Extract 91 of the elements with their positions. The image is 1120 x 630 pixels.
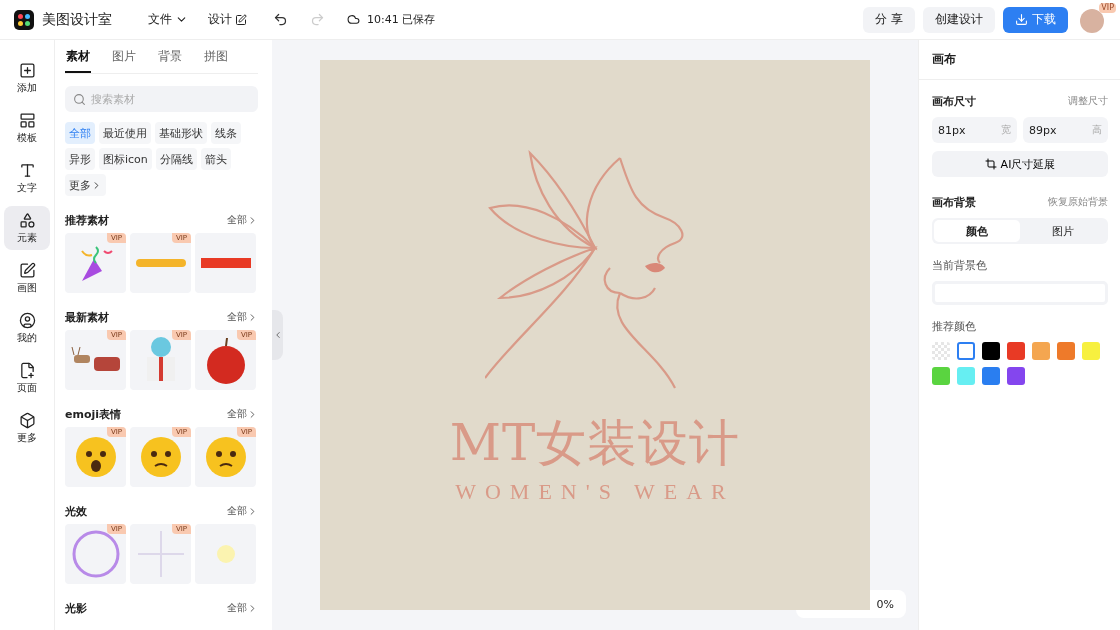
ai-resize-button[interactable]: AI尺寸延展 (932, 151, 1108, 177)
vip-badge: VIP (1099, 2, 1116, 13)
see-all-link[interactable]: 全部 (227, 504, 258, 518)
sidebar-item[interactable]: 画图 (4, 256, 50, 300)
tab[interactable]: 拼图 (203, 48, 229, 73)
width-field[interactable]: 81px 宽 (932, 117, 1017, 143)
search-field[interactable]: 搜索素材 (65, 86, 258, 112)
toolbar-button[interactable]: 分 享 (863, 6, 915, 33)
segment-tab[interactable]: 颜色 (934, 220, 1020, 242)
edit-icon (235, 13, 247, 26)
shapes-icon (18, 211, 36, 229)
filter-chip[interactable]: 异形 (65, 148, 95, 170)
sparkle-drawing (135, 529, 186, 579)
sidebar-item[interactable]: 模板 (4, 106, 50, 150)
collapse-handle[interactable] (272, 310, 283, 360)
pen-square-icon (18, 261, 36, 279)
color-swatch[interactable] (957, 342, 975, 360)
menu-button[interactable]: 设计 (200, 7, 255, 32)
menu-button[interactable]: 文件 (140, 7, 196, 32)
color-swatch[interactable] (1032, 342, 1050, 360)
section-title: 推荐素材 (65, 212, 109, 228)
segment-tab[interactable]: 图片 (1020, 220, 1106, 242)
cube-icon (18, 411, 36, 429)
height-field[interactable]: 89px 高 (1023, 117, 1108, 143)
section-title: 最新素材 (65, 309, 109, 325)
sidebar-item[interactable]: 页面 (4, 356, 50, 400)
section-title: 光影 (65, 600, 87, 616)
app-logo (14, 9, 34, 30)
panel-title: 画布 (919, 40, 1120, 80)
sidebar-item[interactable]: 元素 (4, 206, 50, 250)
undo-icon (273, 12, 288, 27)
resize-link[interactable]: 调整尺寸 (1068, 95, 1108, 108)
color-swatch[interactable] (982, 342, 1000, 360)
section-title: 光效 (65, 503, 87, 519)
asset-thumbnail[interactable] (195, 233, 256, 293)
chevron-right-icon (247, 505, 258, 517)
sidebar-item[interactable]: 更多 (4, 406, 50, 450)
text-icon (18, 161, 36, 179)
sidebar-item[interactable]: 文字 (4, 156, 50, 200)
color-swatch[interactable] (1007, 367, 1025, 385)
filter-chip[interactable]: 分隔线 (155, 148, 197, 170)
glow-drawing (215, 544, 236, 564)
color-swatch[interactable] (932, 367, 950, 385)
transparent-swatch[interactable] (932, 342, 950, 360)
color-swatch[interactable] (1082, 342, 1100, 360)
reset-background-link[interactable]: 恢复原始背景 (1048, 196, 1108, 209)
asset-thumbnail[interactable] (195, 524, 256, 584)
brush-stroke-drawing (135, 258, 186, 268)
bubble-ring-drawing (70, 529, 121, 579)
user-icon (18, 311, 36, 329)
page-plus-icon (18, 361, 36, 379)
section-title: 画布尺寸 (932, 94, 976, 109)
cloud-icon (347, 13, 360, 26)
rectangle-drawing (200, 258, 251, 268)
save-status: 10:41 已保存 (367, 12, 436, 27)
color-swatch[interactable] (982, 367, 1000, 385)
design-title: MT女装设计 (449, 413, 741, 474)
field-label: 当前背景色 (932, 258, 987, 273)
color-swatch[interactable] (1007, 342, 1025, 360)
design-subtitle: WOMEN'S WEAR (455, 479, 735, 505)
plus-square-icon (18, 61, 36, 79)
tab[interactable]: 图片 (111, 48, 137, 73)
app-name: 美图设计室 (42, 10, 112, 29)
filter-chip[interactable]: 基础形状 (155, 122, 207, 144)
section-title: emoji表情 (65, 406, 122, 422)
filter-chip[interactable]: 箭头 (200, 148, 231, 170)
toolbar-button[interactable]: 创建设计 (923, 6, 995, 33)
section-title: 画布背景 (932, 195, 976, 210)
color-swatch[interactable] (957, 367, 975, 385)
tab[interactable]: 背景 (157, 48, 183, 73)
redo-icon (310, 12, 325, 27)
search-icon (73, 93, 86, 106)
download-icon (1015, 13, 1028, 26)
tab[interactable]: 素材 (65, 48, 91, 73)
color-swatch[interactable] (1057, 342, 1075, 360)
see-all-link[interactable]: 全部 (227, 601, 258, 615)
filter-chip[interactable]: 线条 (211, 122, 241, 144)
layout-icon (18, 111, 36, 129)
avatar[interactable] (1080, 8, 1104, 33)
filter-chip[interactable]: 全部 (65, 122, 95, 144)
see-all-link[interactable]: 全部 (227, 407, 258, 421)
sidebar-item[interactable]: 我的 (4, 306, 50, 350)
crop-icon (984, 158, 997, 170)
filter-chip[interactable]: 图标icon (99, 148, 152, 170)
filter-chip[interactable]: 最近使用 (99, 122, 151, 144)
see-all-link[interactable]: 全部 (227, 310, 258, 324)
sidebar-item[interactable]: 添加 (4, 56, 50, 100)
see-all-link[interactable]: 全部 (227, 213, 258, 227)
field-label: 推荐颜色 (932, 319, 976, 334)
filter-chip[interactable]: 更多 (65, 174, 106, 196)
download-button[interactable]: 下载 (1003, 6, 1068, 33)
